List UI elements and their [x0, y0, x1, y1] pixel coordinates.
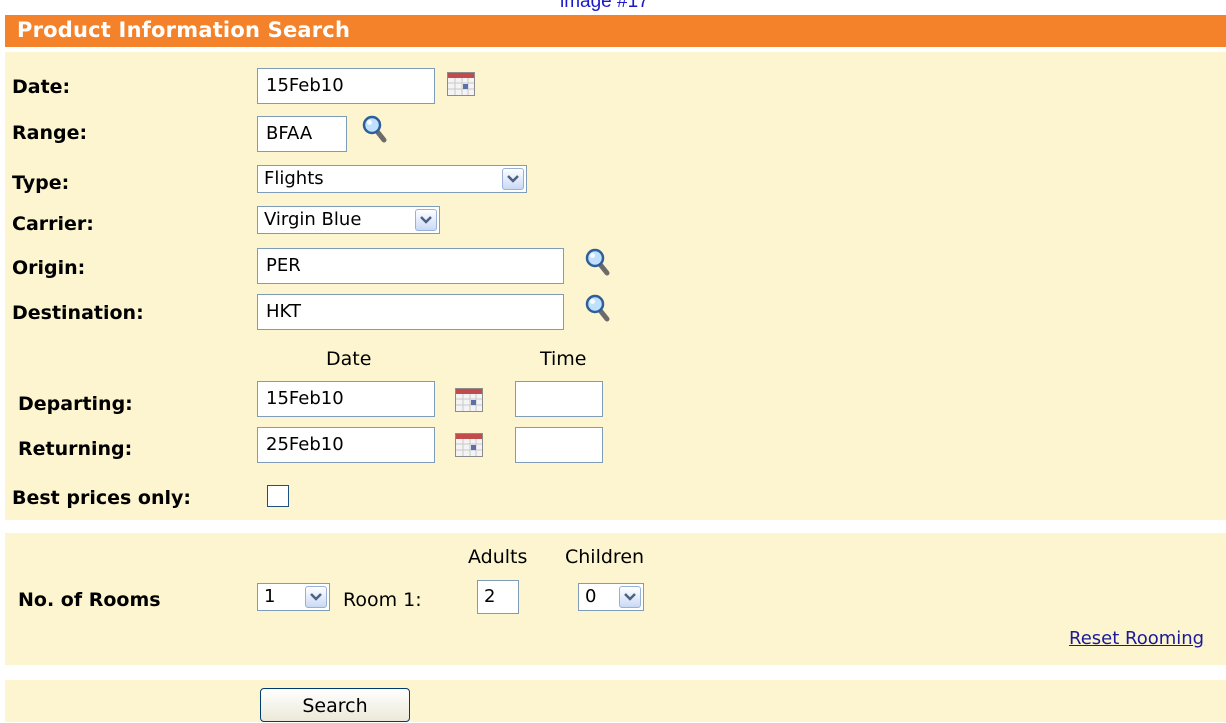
- magnifier-icon[interactable]: [362, 115, 388, 143]
- range-label: Range:: [12, 122, 88, 144]
- room-1-label: Room 1:: [343, 589, 422, 611]
- calendar-icon[interactable]: [455, 388, 483, 412]
- destination-label: Destination:: [12, 302, 144, 324]
- search-criteria-panel: [5, 52, 1226, 520]
- chevron-down-icon[interactable]: [415, 209, 437, 231]
- children-select[interactable]: 0: [578, 583, 644, 611]
- children-selected: 0: [585, 586, 597, 607]
- image-caption: image #17: [560, 0, 649, 12]
- type-selected: Flights: [264, 168, 324, 189]
- range-input[interactable]: BFAA: [257, 116, 347, 152]
- best-prices-label: Best prices only:: [12, 487, 192, 509]
- page-title: Product Information Search: [17, 18, 351, 42]
- origin-label: Origin:: [12, 257, 86, 279]
- destination-input[interactable]: HKT: [257, 294, 564, 330]
- date-column-header: Date: [326, 348, 372, 370]
- type-select[interactable]: Flights: [257, 165, 527, 193]
- actions-panel: [5, 680, 1226, 722]
- carrier-selected: Virgin Blue: [264, 209, 362, 230]
- returning-time-input[interactable]: [515, 427, 603, 463]
- reset-rooming-link[interactable]: Reset Rooming: [1069, 628, 1204, 649]
- search-button[interactable]: Search: [260, 688, 410, 722]
- time-column-header: Time: [540, 348, 587, 370]
- date-input[interactable]: 15Feb10: [257, 68, 435, 104]
- returning-date-input[interactable]: 25Feb10: [257, 427, 435, 463]
- best-prices-checkbox[interactable]: [267, 485, 289, 507]
- chevron-down-icon[interactable]: [305, 586, 327, 608]
- carrier-label: Carrier:: [12, 213, 94, 235]
- rooms-select[interactable]: 1: [257, 583, 330, 611]
- departing-date-input[interactable]: 15Feb10: [257, 381, 435, 417]
- magnifier-icon[interactable]: [585, 248, 611, 276]
- origin-input[interactable]: PER: [257, 248, 564, 284]
- returning-label: Returning:: [18, 438, 133, 460]
- date-label: Date:: [12, 76, 71, 98]
- page-header: Product Information Search: [5, 15, 1226, 47]
- departing-time-input[interactable]: [515, 381, 603, 417]
- rooms-label: No. of Rooms: [18, 589, 161, 611]
- calendar-icon[interactable]: [455, 433, 483, 457]
- rooms-selected: 1: [264, 586, 276, 607]
- adults-header: Adults: [468, 546, 528, 568]
- departing-label: Departing:: [18, 393, 133, 415]
- calendar-icon[interactable]: [447, 72, 475, 96]
- magnifier-icon[interactable]: [585, 294, 611, 322]
- adults-input[interactable]: 2: [477, 580, 519, 614]
- chevron-down-icon[interactable]: [619, 586, 641, 608]
- children-header: Children: [565, 546, 645, 568]
- carrier-select[interactable]: Virgin Blue: [257, 206, 440, 234]
- chevron-down-icon[interactable]: [502, 168, 524, 190]
- type-label: Type:: [12, 172, 70, 194]
